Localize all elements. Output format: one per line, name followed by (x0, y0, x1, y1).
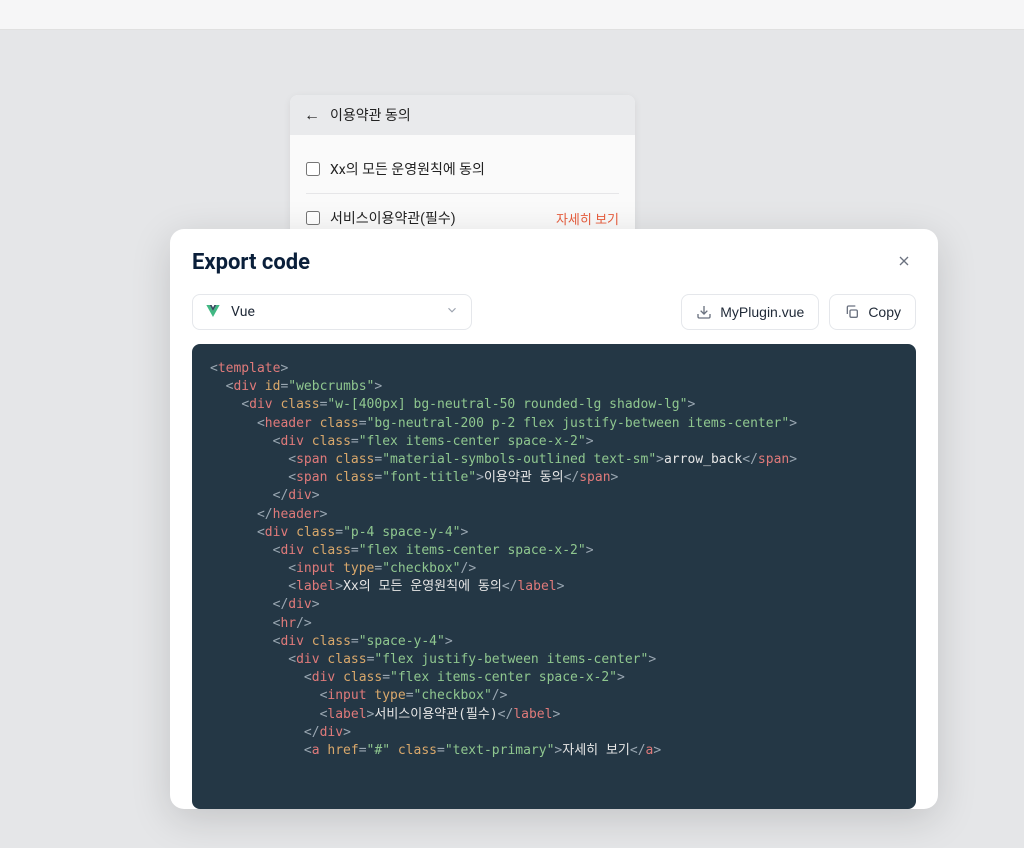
preview-divider (306, 193, 619, 194)
checkbox-terms[interactable] (306, 211, 320, 225)
code-block[interactable]: <template> <div id="webcrumbs"> <div cla… (192, 344, 916, 809)
close-icon (896, 253, 912, 269)
vue-icon (205, 305, 221, 319)
preview-header: ← 이용약관 동의 (290, 95, 635, 135)
framework-select[interactable]: Vue (192, 294, 472, 330)
download-filename: MyPlugin.vue (720, 304, 804, 320)
chevron-down-icon (445, 303, 459, 321)
close-button[interactable] (892, 249, 916, 276)
app-topbar (0, 0, 1024, 30)
copy-icon (844, 304, 860, 320)
copy-label: Copy (868, 304, 901, 320)
preview-detail-link[interactable]: 자세히 보기 (556, 209, 619, 228)
preview-row-all-label: Xx의 모든 운영원칙에 동의 (330, 159, 485, 179)
download-button[interactable]: MyPlugin.vue (681, 294, 819, 330)
copy-button[interactable]: Copy (829, 294, 916, 330)
download-icon (696, 304, 712, 320)
arrow-back-icon[interactable]: ← (304, 107, 320, 123)
preview-header-title: 이용약관 동의 (330, 105, 411, 125)
preview-row-all: Xx의 모든 운영원칙에 동의 (306, 149, 619, 189)
export-code-modal: Export code Vue MyPlugin.vue Copy (170, 229, 938, 809)
modal-title: Export code (192, 250, 310, 275)
checkbox-all[interactable] (306, 162, 320, 176)
preview-row-terms-label: 서비스이용약관(필수) (330, 208, 456, 228)
framework-select-label: Vue (231, 304, 255, 320)
